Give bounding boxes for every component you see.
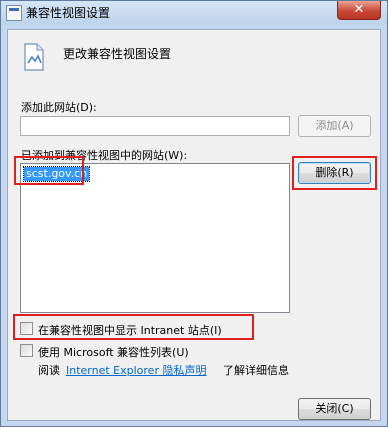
close-button[interactable]: 关闭(C) [298,398,371,420]
list-item[interactable]: scst.gov.cn [22,166,91,182]
remove-button[interactable]: 删除(R) [298,162,371,184]
ms-list-label[interactable]: 使用 Microsoft 兼容性列表(U) [38,344,189,360]
intranet-label[interactable]: 在兼容性视图中显示 Intranet 站点(I) [38,322,222,338]
close-icon[interactable]: ✕ [337,1,381,20]
read-prefix: 阅读 [38,364,60,377]
compat-view-dialog: 兼容性视图设置 ✕ 更改兼容性视图设置 添加此网站(D): 添加(A) 已添加到… [0,0,388,427]
window-icon [6,5,22,21]
intranet-checkbox[interactable] [20,322,33,335]
ms-list-checkbox[interactable] [20,344,33,357]
site-list-label: 已添加到兼容性视图中的网站(W): [21,149,188,162]
add-site-label: 添加此网站(D): [21,101,97,114]
document-settings-icon [24,43,44,71]
site-listbox[interactable]: scst.gov.cn [20,163,290,313]
read-suffix: 了解详细信息 [223,364,289,377]
add-button[interactable]: 添加(A) [298,115,371,137]
privacy-link[interactable]: Internet Explorer 隐私声明 [66,362,206,378]
window-title: 兼容性视图设置 [26,6,111,20]
title-bar[interactable]: 兼容性视图设置 ✕ [1,1,387,25]
add-site-input[interactable] [20,116,290,136]
header-title: 更改兼容性视图设置 [63,47,172,61]
